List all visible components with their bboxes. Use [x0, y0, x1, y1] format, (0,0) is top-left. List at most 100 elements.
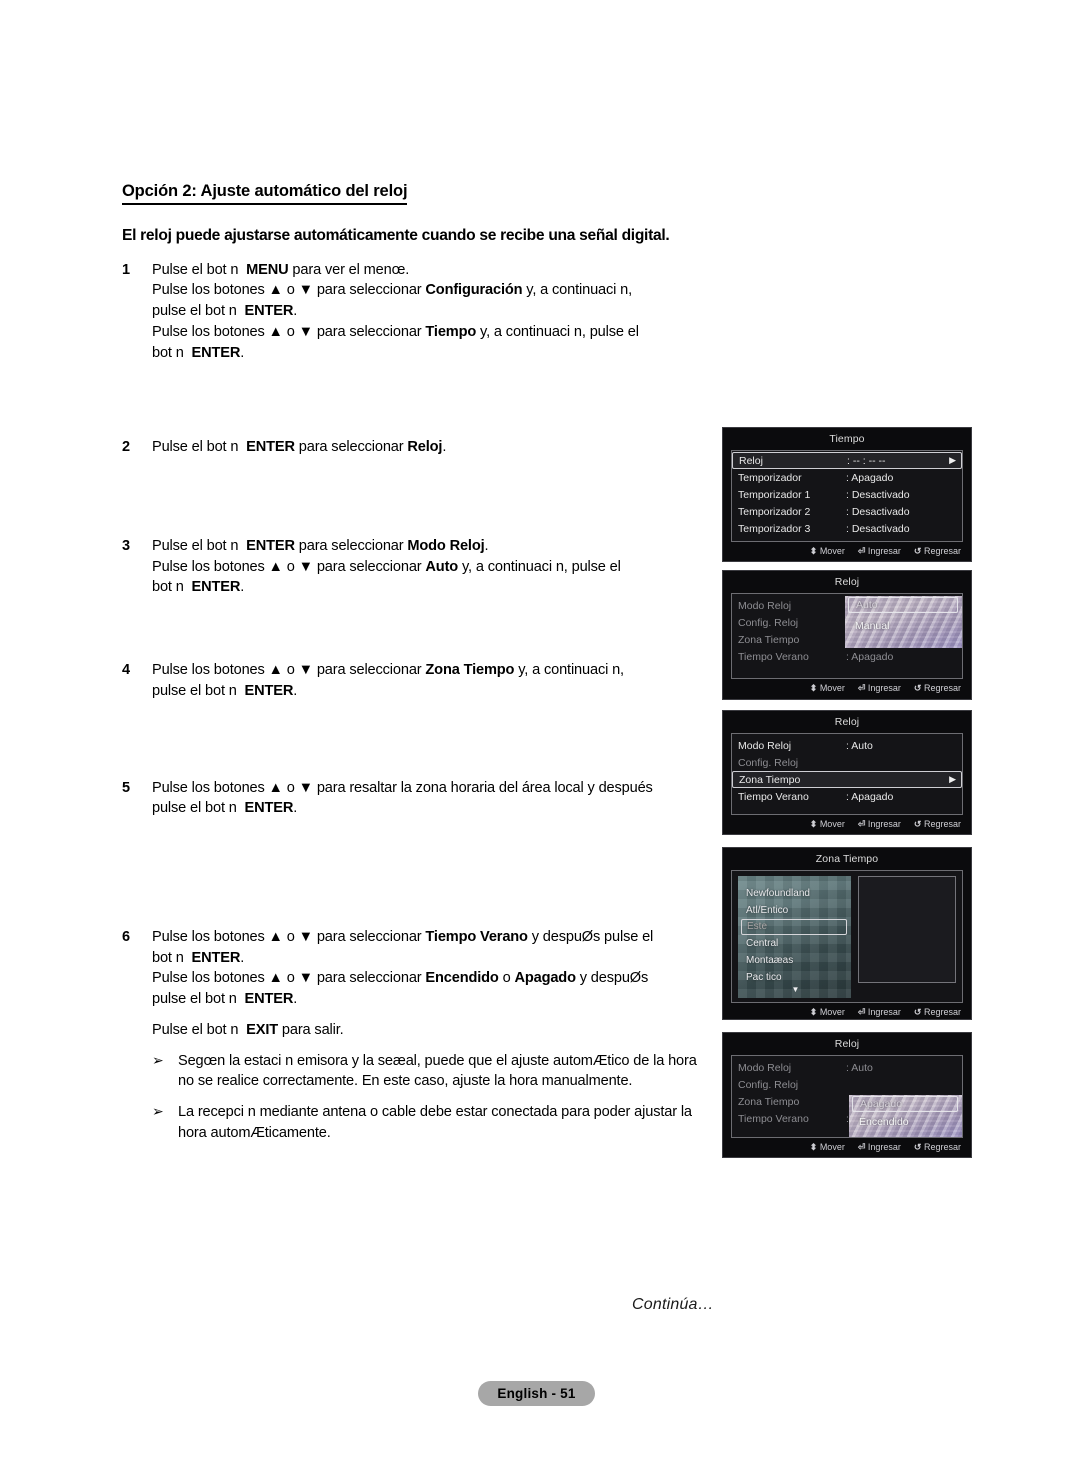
- dropdown-modo-reloj[interactable]: Auto Manual: [845, 596, 962, 648]
- step-2-body: Pulse el bot n ENTER para seleccionar Re…: [152, 437, 702, 458]
- osd-footer-reloj-modo: ⬍ Mover ⏎ Ingresar ↺ Regresar: [723, 679, 971, 698]
- updown-arrow-icon-5: ⬍: [809, 1142, 818, 1152]
- step-5-body: Pulse los botones ▲ o ▼ para resaltar la…: [152, 778, 702, 819]
- osd-row-reloj[interactable]: Reloj : -- : -- -- ▶: [732, 452, 962, 469]
- zone-item-montanas[interactable]: Montaæas: [738, 952, 851, 969]
- enter-key-label-2: ENTER: [191, 344, 241, 361]
- note-bullet-1: ➢ Segœn la estaci n emisora y la seæal, …: [152, 1051, 702, 1092]
- scroll-down-icon[interactable]: ▼: [738, 985, 851, 994]
- step-1-body: Pulse el bot n MENU para ver el menœ. Pu…: [152, 260, 702, 364]
- osd-row-config-reloj-c[interactable]: Config. Reloj: [732, 1076, 962, 1093]
- step-3: 3 Pulse el bot n ENTER para seleccionar …: [122, 536, 702, 598]
- osd-row-temporizador-3[interactable]: Temporizador 3 : Desactivado: [732, 520, 962, 537]
- configuracion-label: Configuración: [425, 282, 523, 299]
- step-1-line-2: Pulse los botones ▲ o ▼ para seleccionar…: [152, 282, 633, 299]
- step-1-line-1: Pulse el bot n MENU para ver el menœ.: [152, 261, 410, 278]
- return-arrow-icon-1: ↺: [913, 546, 922, 556]
- osd-row-reloj-value: : -- : -- --: [847, 454, 886, 467]
- osd-screenshot-zona-tiempo-menu: Zona Tiempo Newfoundland Atl/Entico Este…: [722, 847, 972, 1020]
- dropdown-option-auto[interactable]: Auto: [848, 597, 958, 613]
- osd-row-modo-reloj-b[interactable]: Modo Reloj : Auto: [732, 737, 962, 754]
- spacer-after-step-5: [122, 819, 702, 927]
- osd-footer-return-4: ↺ Regresar: [914, 1007, 961, 1018]
- page-title: Opción 2: Ajuste automático del reloj: [122, 182, 408, 205]
- osd-list-reloj-modo: Modo Reloj : Config. Reloj Zona Tiempo T…: [731, 593, 963, 679]
- tiempo-label: Tiempo: [425, 323, 477, 340]
- step-1-line-3: pulse el bot n ENTER.: [152, 303, 298, 320]
- osd-row-modo-reloj-c-value: : Auto: [846, 1061, 873, 1074]
- dropdown-tiempo-verano[interactable]: Apagado Encendido: [849, 1095, 962, 1137]
- osd-footer-enter-label-2: Ingresar: [867, 683, 901, 693]
- osd-row-temporizador-1[interactable]: Temporizador 1 : Desactivado: [732, 486, 962, 503]
- osd-footer-zona-tiempo: ⬍ Mover ⏎ Ingresar ↺ Regresar: [723, 1003, 971, 1022]
- step-3-number: 3: [122, 537, 131, 554]
- step-2: 2 Pulse el bot n ENTER para seleccionar …: [122, 437, 702, 458]
- osd-footer-enter-label-3: Ingresar: [867, 819, 901, 829]
- osd-footer-return-label-2: Regresar: [923, 683, 961, 693]
- zone-item-atlantico[interactable]: Atl/Entico: [738, 902, 851, 919]
- zone-item-newfoundland[interactable]: Newfoundland: [738, 885, 851, 902]
- osd-screenshot-reloj-zona-menu: Reloj Modo Reloj : Auto Config. Reloj Zo…: [722, 710, 972, 835]
- osd-row-modo-reloj-c[interactable]: Modo Reloj : Auto: [732, 1059, 962, 1076]
- spacer-after-step-3: [122, 598, 702, 660]
- zone-item-este[interactable]: Este: [741, 919, 847, 935]
- note-bullet-2-text: La recepci n mediante antena o cable deb…: [178, 1104, 692, 1141]
- zone-item-central[interactable]: Central: [738, 935, 851, 952]
- zone-item-pacifico[interactable]: Pac tico: [738, 969, 851, 986]
- osd-row-zona-tiempo-b[interactable]: Zona Tiempo ▶: [732, 771, 962, 788]
- osd-title-reloj-modo: Reloj: [834, 576, 860, 588]
- zona-tiempo-list[interactable]: Newfoundland Atl/Entico Este Central Mon…: [738, 876, 851, 998]
- step-6-line-4: pulse el bot n ENTER.: [152, 991, 298, 1008]
- osd-row-tiempo-verano-b[interactable]: Tiempo Verano : Apagado: [732, 788, 962, 805]
- osd-row-modo-reloj-c-label: Modo Reloj: [738, 1061, 792, 1074]
- note-bullet-1-text: Segœn la estaci n emisora y la seæal, pu…: [178, 1052, 697, 1090]
- osd-row-config-reloj-a-label: Config. Reloj: [738, 616, 799, 629]
- osd-footer-move-label-1: Mover: [819, 546, 845, 556]
- menu-key-label: MENU: [246, 261, 289, 278]
- continued-label: Continúa…: [632, 1296, 714, 1313]
- osd-row-tiempo-verano-a[interactable]: Tiempo Verano : Apagado: [732, 648, 962, 665]
- osd-title-reloj-zona: Reloj: [834, 716, 860, 728]
- osd-row-temporizador[interactable]: Temporizador : Apagado: [732, 469, 962, 486]
- enter-key-label-9: ENTER: [244, 991, 294, 1008]
- osd-row-temporizador-3-value: : Desactivado: [846, 522, 910, 535]
- page-number-badge: English - 51: [478, 1381, 595, 1406]
- osd-footer-enter-5: ⏎ Ingresar: [858, 1142, 901, 1153]
- dropdown-option-apagado[interactable]: Apagado: [852, 1096, 958, 1112]
- enter-key-label-3: ENTER: [246, 439, 295, 456]
- osd-footer-move-label-5: Mover: [819, 1142, 845, 1152]
- osd-footer-enter-label-1: Ingresar: [867, 546, 901, 556]
- osd-footer-move-label-2: Mover: [819, 683, 845, 693]
- osd-footer-move-1: ⬍ Mover: [810, 546, 845, 557]
- step-6-line-2: bot n ENTER.: [152, 949, 245, 966]
- osd-footer-move-label-4: Mover: [819, 1007, 845, 1017]
- osd-row-config-reloj-b-label: Config. Reloj: [738, 756, 799, 769]
- step-5: 5 Pulse los botones ▲ o ▼ para resaltar …: [122, 778, 702, 819]
- step-4-line-1: Pulse los botones ▲ o ▼ para seleccionar…: [152, 662, 624, 679]
- bullet-arrow-icon-1: ➢: [152, 1051, 164, 1068]
- step-3-line-1: Pulse el bot n ENTER para seleccionar Mo…: [152, 537, 489, 554]
- step-2-line-1: Pulse el bot n ENTER para seleccionar Re…: [152, 439, 447, 456]
- osd-row-config-reloj-b[interactable]: Config. Reloj: [732, 754, 962, 771]
- exit-note: Pulse el bot n EXIT para salir.: [152, 1021, 344, 1038]
- step-5-line-2: pulse el bot n ENTER.: [152, 800, 298, 817]
- osd-footer-return-3: ↺ Regresar: [914, 819, 961, 830]
- enter-key-icon-2: ⏎: [857, 683, 866, 693]
- osd-footer-return-2: ↺ Regresar: [914, 683, 961, 694]
- step-6-line-3: Pulse los botones ▲ o ▼ para seleccionar…: [152, 970, 649, 987]
- osd-title-reloj-verano: Reloj: [834, 1038, 860, 1050]
- osd-row-temporizador-2[interactable]: Temporizador 2 : Desactivado: [732, 503, 962, 520]
- enter-key-icon-5: ⏎: [857, 1142, 866, 1152]
- osd-row-reloj-label: Reloj: [739, 454, 763, 467]
- osd-footer-enter-1: ⏎ Ingresar: [858, 546, 901, 557]
- osd-list-reloj-verano: Modo Reloj : Auto Config. Reloj Zona Tie…: [731, 1055, 963, 1138]
- gap-before-exit-note: [152, 1010, 702, 1020]
- enter-key-label-7: ENTER: [244, 800, 294, 817]
- step-4-body: Pulse los botones ▲ o ▼ para seleccionar…: [152, 660, 702, 701]
- step-5-number: 5: [122, 779, 131, 796]
- dropdown-option-manual[interactable]: Manual: [845, 618, 962, 635]
- step-6-number: 6: [122, 929, 131, 946]
- osd-list-reloj-zona: Modo Reloj : Auto Config. Reloj Zona Tie…: [731, 733, 963, 815]
- dropdown-option-encendido[interactable]: Encendido: [849, 1114, 962, 1131]
- osd-row-tiempo-verano-a-value: : Apagado: [846, 650, 894, 663]
